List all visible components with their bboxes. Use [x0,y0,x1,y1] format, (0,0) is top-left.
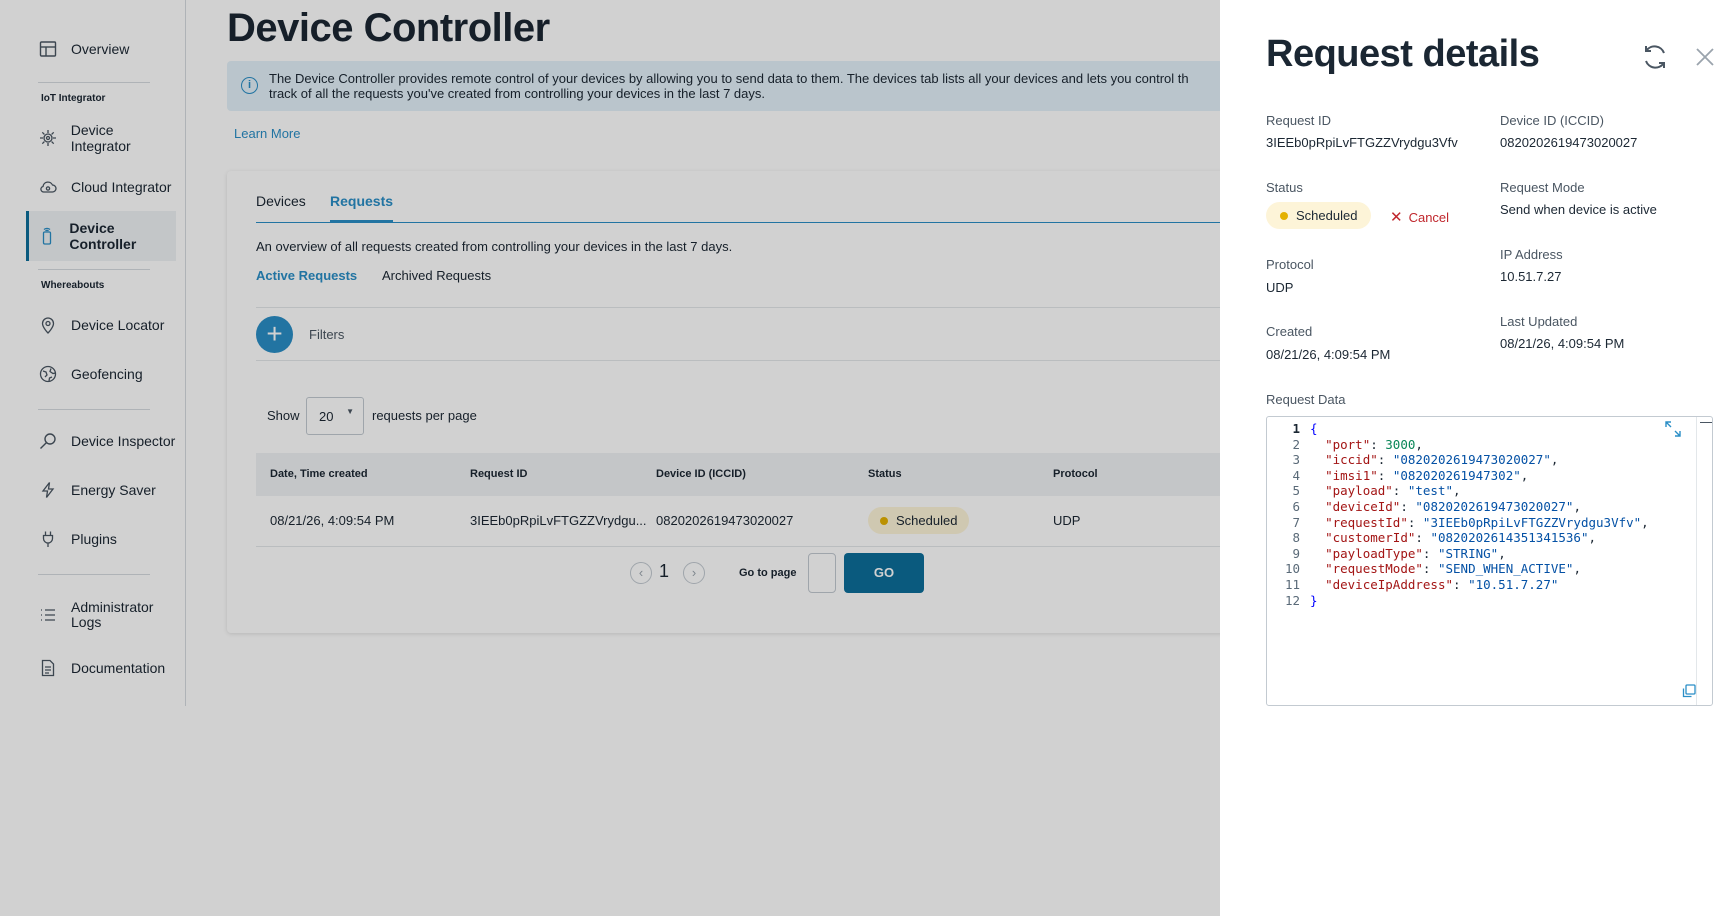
line-number: 3 [1292,452,1300,468]
ip-address-value: 10.51.7.27 [1500,269,1562,284]
line-number: 4 [1292,467,1300,483]
line-number: 12 [1284,592,1300,608]
status-label: Status [1266,180,1303,195]
close-button[interactable] [1693,45,1717,69]
code-text: "payloadType": "STRING", [1325,545,1506,561]
created-label: Created [1266,324,1313,339]
code-text: "requestId": "3IEEb0pRpiLvFTGZZVrydgu3Vf… [1325,514,1649,530]
close-icon [1696,48,1714,66]
line-number: 11 [1284,577,1300,592]
request-id-value: 3IEEb0pRpiLvFTGZZVrydgu3Vfv [1266,135,1458,150]
created-value: 08/21/26, 4:09:54 PM [1266,347,1391,362]
modal-overlay[interactable] [0,0,1220,916]
line-number: 6 [1292,499,1300,514]
code-text: "iccid": "0820202619473020027", [1325,452,1559,468]
line-number: 9 [1292,545,1300,561]
code-text: "imsi1": "082020261947302", [1325,467,1529,483]
refresh-icon [1645,45,1665,69]
last-updated-label: Last Updated [1500,314,1578,329]
code-text: "requestMode": "SEND_WHEN_ACTIVE", [1325,561,1581,577]
protocol-label: Protocol [1266,257,1314,272]
line-number: 8 [1292,530,1300,546]
last-updated-value: 08/21/26, 4:09:54 PM [1500,336,1625,351]
line-number: 5 [1292,483,1300,499]
request-mode-value: Send when device is active [1500,202,1657,217]
code-text: { [1310,421,1318,436]
cancel-request-button[interactable]: ✕ Cancel [1390,208,1449,226]
request-data-editor[interactable]: 1 {2 "port": 3000, 3 "iccid": "08202026194… [1266,416,1713,706]
line-number: 2 [1292,436,1300,452]
status-badge: Scheduled [1266,202,1372,229]
protocol-value: UDP [1266,280,1294,295]
code-text: } [1310,592,1318,608]
cancel-label: Cancel [1408,209,1450,225]
refresh-button[interactable] [1640,42,1670,72]
code-text: "deviceId": "0820202619473020027", [1325,499,1581,514]
copy-icon[interactable] [1681,683,1697,699]
code-text: "deviceIpAddress": "10.51.7.27" [1325,577,1559,592]
code-text: "port": 3000, [1325,436,1423,452]
code-text: "customerId": "0820202614351341536", [1325,530,1597,546]
request-details-drawer: Request details Request ID 3IEEb0pRpiLvF… [1220,0,1725,916]
drawer-title: Request details [1266,33,1540,75]
request-id-label: Request ID [1266,113,1332,128]
line-number: 10 [1284,561,1300,577]
request-mode-label: Request Mode [1500,180,1585,195]
line-number: 7 [1292,514,1300,530]
code-text: "payload": "test", [1325,483,1461,499]
device-id-value: 0820202619473020027 [1500,135,1638,150]
device-id-label: Device ID (ICCID) [1500,113,1605,128]
request-data-label: Request Data [1266,392,1346,407]
ip-address-label: IP Address [1500,247,1563,262]
line-number: 1 [1292,421,1300,436]
close-icon: ✕ [1390,209,1403,226]
expand-icon[interactable] [1664,420,1682,438]
status-text: Scheduled [1296,208,1358,223]
editor-scrollbar[interactable] [1696,417,1712,705]
status-dot-icon [1280,211,1288,220]
